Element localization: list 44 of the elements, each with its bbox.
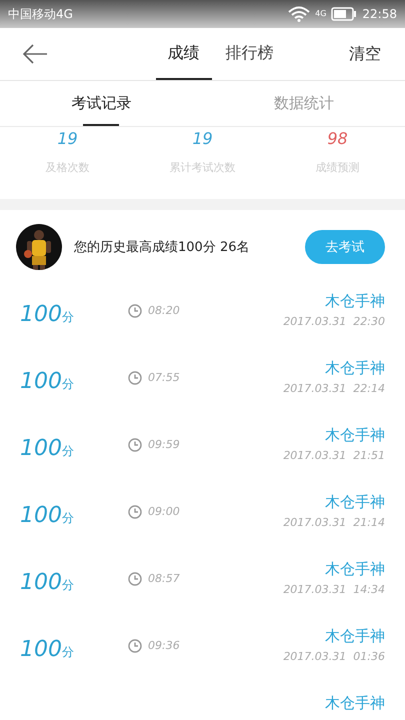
clock-icon [128,304,142,318]
header-tab[interactable]: 成绩 [156,28,212,80]
header-tab[interactable]: 排行榜 [214,28,286,80]
record-title: 木仓手神 [325,694,385,713]
score-text: 100分 [20,574,74,593]
clock-icon [128,505,142,519]
record-title: 木仓手神 [325,426,385,445]
record-title: 木仓手神 [325,627,385,646]
duration-text: 07:55 [148,371,180,384]
clock-text: 22:58 [362,7,397,21]
network-text: 4G [315,9,326,18]
battery-icon [331,7,358,21]
record-title: 木仓手神 [325,560,385,579]
carrier-text: 中国移动4G [8,6,73,22]
clock-icon [128,639,142,653]
record-date: 2017.03.31 22:14 [283,382,385,395]
record-title: 木仓手神 [325,493,385,512]
record-date: 2017.03.31 21:51 [283,449,385,462]
record-date: 2017.03.31 01:36 [283,650,385,663]
clear-button[interactable]: 清空 [343,42,387,66]
duration-text: 09:59 [148,438,180,451]
stat-value: 98 [327,129,348,148]
stat-value: 19 [192,129,213,148]
back-arrow-icon[interactable] [22,44,48,64]
record-title: 木仓手神 [325,292,385,311]
stat-value: 19 [57,129,78,148]
score-text: 100分 [20,641,74,660]
record-date: 2017.03.31 21:14 [283,516,385,529]
duration-text: 08:20 [148,304,180,317]
score-text: 100分 [20,373,74,392]
score-text: 100分 [20,306,74,325]
record-title: 木仓手神 [325,359,385,378]
record-date: 2017.03.31 14:34 [283,583,385,596]
score-text: 100分 [20,507,74,526]
wifi-icon [288,6,310,22]
best-score-text: 您的历史最高成绩100分 26名 [74,239,250,256]
duration-text: 09:00 [148,505,180,518]
clock-icon [128,438,142,452]
clock-icon [128,371,142,385]
duration-text: 08:57 [148,572,180,585]
duration-text: 09:36 [148,639,180,652]
clock-icon [128,572,142,586]
score-text: 100分 [20,440,74,459]
record-date: 2017.03.31 22:30 [283,315,385,328]
